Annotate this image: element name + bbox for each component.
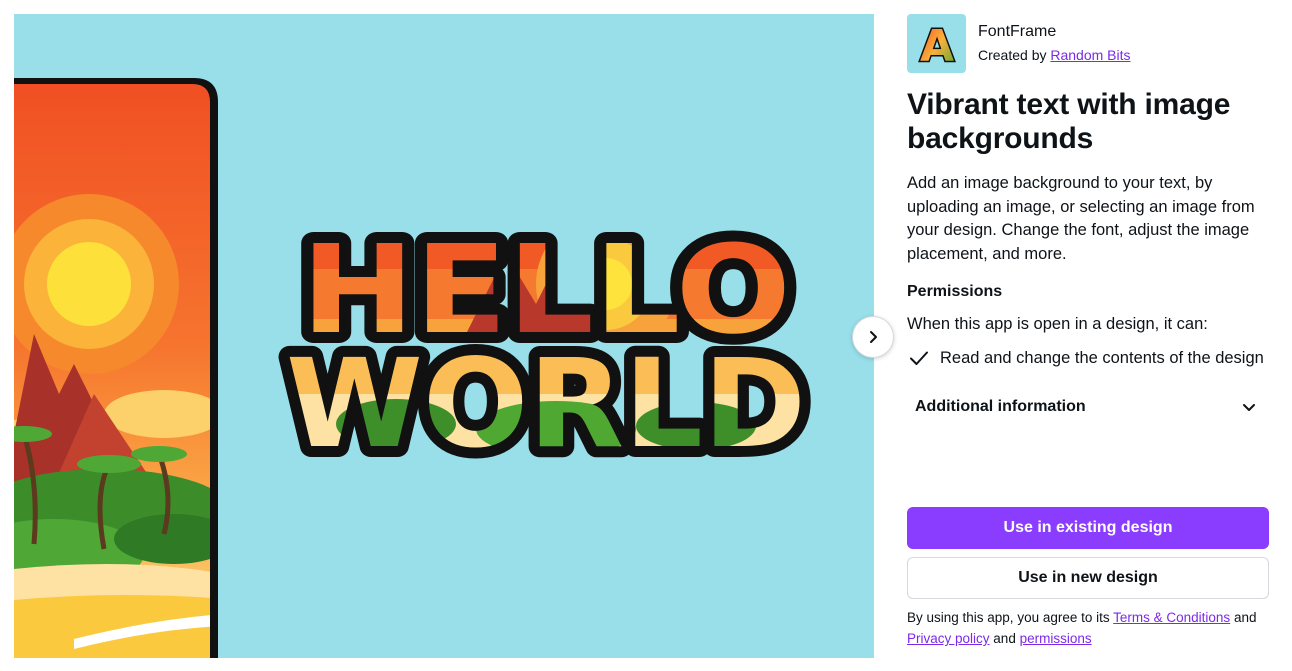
additional-information-label: Additional information (915, 398, 1086, 415)
creator-link[interactable]: Random Bits (1050, 47, 1130, 63)
app-preview-image: HELLO HELLO WORLD WORLD (14, 14, 874, 658)
permissions-heading: Permissions (907, 283, 1003, 300)
use-in-new-design-button[interactable]: Use in new design (907, 557, 1269, 599)
permissions-intro: When this app is open in a design, it ca… (907, 315, 1208, 333)
artwork-text-world-fill: WORLD (286, 333, 806, 475)
privacy-policy-link[interactable]: Privacy policy (907, 631, 990, 646)
app-header: A FontFrame Created by Random Bits (907, 14, 1269, 73)
chevron-down-icon (1243, 404, 1255, 411)
app-meta: FontFrame Created by Random Bits (978, 22, 1131, 66)
legal-notice: By using this app, you agree to its Term… (907, 607, 1277, 649)
created-by-label: Created by (978, 46, 1047, 63)
chevron-right-icon (870, 331, 877, 343)
app-name: FontFrame (978, 22, 1057, 40)
fontframe-logo-icon: A (907, 14, 966, 73)
terms-link[interactable]: Terms & Conditions (1113, 610, 1230, 625)
preview-artwork: HELLO HELLO WORLD WORLD (14, 78, 817, 658)
checkmark-icon (907, 346, 931, 370)
use-in-existing-design-button[interactable]: Use in existing design (907, 507, 1269, 549)
next-preview-button[interactable] (852, 316, 894, 358)
legal-and-2: and (993, 631, 1016, 646)
logo-letter-graphic: A (918, 21, 955, 67)
legal-and-1: and (1233, 610, 1257, 625)
logo-letter: A (919, 21, 953, 67)
app-creator: Created by Random Bits (978, 44, 1131, 66)
app-title: Vibrant text with image backgrounds (907, 88, 1231, 155)
legal-prefix: By using this app, you agree to its (907, 610, 1110, 625)
app-details-panel: A FontFrame Created by Random Bits Vibra… (907, 14, 1269, 664)
additional-information-toggle[interactable]: Additional information (907, 391, 1269, 423)
permissions-link[interactable]: permissions (1020, 631, 1092, 646)
permission-item: Read and change the contents of the desi… (907, 346, 1269, 370)
permission-text: Read and change the contents of the desi… (940, 348, 1264, 367)
app-description: Add an image background to your text, by… (907, 174, 1255, 263)
